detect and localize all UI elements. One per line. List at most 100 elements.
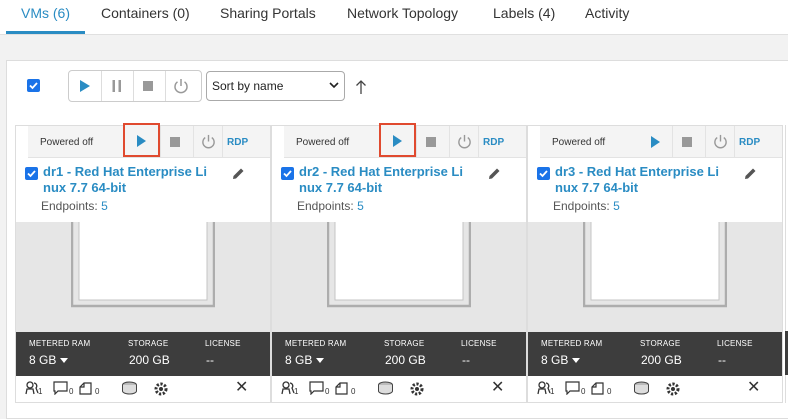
ram-label: METERED RAM [29,339,91,348]
endpoints-count-link[interactable]: 5 [101,199,108,213]
vm-name-link[interactable]: dr3 - Red Hat Enterprise Li nux 7.7 64-bi… [555,164,727,196]
comment-icon[interactable] [565,381,580,395]
comment-icon[interactable] [309,381,324,395]
tab-activity[interactable]: Activity [585,0,629,33]
caret-down-icon [59,358,68,364]
edit-icon[interactable] [232,167,245,180]
vm-card-header: Powered off RDP [540,126,782,158]
gear-icon[interactable] [409,381,425,397]
select-all-checkbox[interactable] [27,79,40,92]
tab-network-topology[interactable]: Network Topology [347,0,458,33]
vm-select-checkbox[interactable] [281,167,294,180]
sort-ascending-icon[interactable] [355,79,367,95]
disk-icon[interactable] [633,381,650,395]
notes-count: 0 [607,387,612,396]
license-label: LICENSE [461,339,497,348]
users-count: 1 [294,387,299,396]
vm-name-link[interactable]: dr1 - Red Hat Enterprise Li nux 7.7 64-bi… [43,164,215,196]
notes-count: 0 [95,387,100,396]
ram-dropdown[interactable]: 8 GB [541,353,580,367]
vm-select-checkbox[interactable] [537,167,550,180]
vm-card: Powered off RDP dr1 - Red Hat Enterprise… [15,123,271,403]
vm-card: Powered off RDP dr3 - Red Hat Enterprise… [527,125,783,403]
start-vm-button[interactable] [379,123,416,157]
license-label: LICENSE [717,339,753,348]
license-label: LICENSE [205,339,241,348]
users-icon[interactable] [25,381,39,395]
power-icon[interactable] [173,78,189,94]
ram-label: METERED RAM [541,339,603,348]
power-icon[interactable] [457,134,472,149]
gear-icon[interactable] [153,381,169,397]
sort-select[interactable]: Sort by name [206,71,345,101]
stop-icon[interactable] [426,137,436,147]
storage-label: STORAGE [640,339,681,348]
comments-count: 0 [581,387,586,396]
ram-dropdown[interactable]: 8 GB [285,353,324,367]
stop-icon[interactable] [682,137,692,147]
rdp-link[interactable]: RDP [483,137,504,148]
endpoints-count-link[interactable]: 5 [613,199,620,213]
play-icon[interactable] [79,80,91,92]
tab-sharing-portals[interactable]: Sharing Portals [220,0,316,33]
vm-status: Powered off [296,137,350,148]
disk-icon[interactable] [377,381,394,395]
storage-value: 200 GB [129,353,170,367]
ram-label: METERED RAM [285,339,347,348]
power-icon[interactable] [713,134,728,149]
gear-icon[interactable] [665,381,681,397]
caret-down-icon [571,358,580,364]
notes-icon[interactable] [334,381,349,395]
vm-card-header: Powered off RDP [28,123,270,158]
power-icon[interactable] [201,134,216,149]
pause-icon[interactable] [111,80,123,92]
license-value: -- [206,353,214,367]
vm-endpoints: Endpoints: 5 [41,199,108,213]
monitor-icon [327,222,471,308]
tab-labels[interactable]: Labels (4) [493,0,555,33]
vm-endpoints: Endpoints: 5 [553,199,620,213]
comment-icon[interactable] [53,381,68,395]
vm-stats-bar: METERED RAM STORAGE LICENSE 8 GB 200 GB … [528,332,782,376]
close-icon[interactable]: ✕ [491,380,504,396]
rdp-link[interactable]: RDP [739,137,760,148]
vm-select-checkbox[interactable] [25,167,38,180]
users-icon[interactable] [281,381,295,395]
stop-icon[interactable] [170,137,180,147]
vm-status: Powered off [40,137,94,148]
vm-name-link[interactable]: dr2 - Red Hat Enterprise Li nux 7.7 64-bi… [299,164,471,196]
vm-stats-bar: METERED RAM STORAGE LICENSE 8 GB 200 GB … [16,332,270,376]
vm-card-footer: 1 0 0 ✕ [528,376,782,402]
edit-icon[interactable] [744,167,757,180]
bulk-action-group [68,70,202,102]
notes-icon[interactable] [590,381,605,395]
start-vm-button[interactable] [123,123,160,157]
play-icon[interactable] [650,136,661,148]
users-icon[interactable] [537,381,551,395]
vm-card-header: Powered off RDP [284,123,526,158]
tab-vms[interactable]: VMs (6) [6,0,85,34]
stop-icon[interactable] [143,81,153,91]
license-value: -- [462,353,470,367]
notes-count: 0 [351,387,356,396]
users-count: 1 [550,387,555,396]
close-icon[interactable]: ✕ [747,380,760,396]
notes-icon[interactable] [78,381,93,395]
close-icon[interactable]: ✕ [235,380,248,396]
endpoints-count-link[interactable]: 5 [357,199,364,213]
caret-down-icon [315,358,324,364]
tab-containers[interactable]: Containers (0) [101,0,190,33]
edit-icon[interactable] [488,167,501,180]
vm-card-footer: 1 0 0 ✕ [16,376,270,402]
rdp-link[interactable]: RDP [227,137,248,148]
vm-stats-bar: METERED RAM STORAGE LICENSE 8 GB 200 GB … [272,332,526,376]
vm-card: Powered off RDP dr2 - Red Hat Enterprise… [271,123,527,403]
play-icon [137,135,146,147]
monitor-icon [583,222,727,308]
users-count: 1 [38,387,43,396]
disk-icon[interactable] [121,381,138,395]
storage-value: 200 GB [385,353,426,367]
comments-count: 0 [325,387,330,396]
storage-value: 200 GB [641,353,682,367]
ram-dropdown[interactable]: 8 GB [29,353,68,367]
